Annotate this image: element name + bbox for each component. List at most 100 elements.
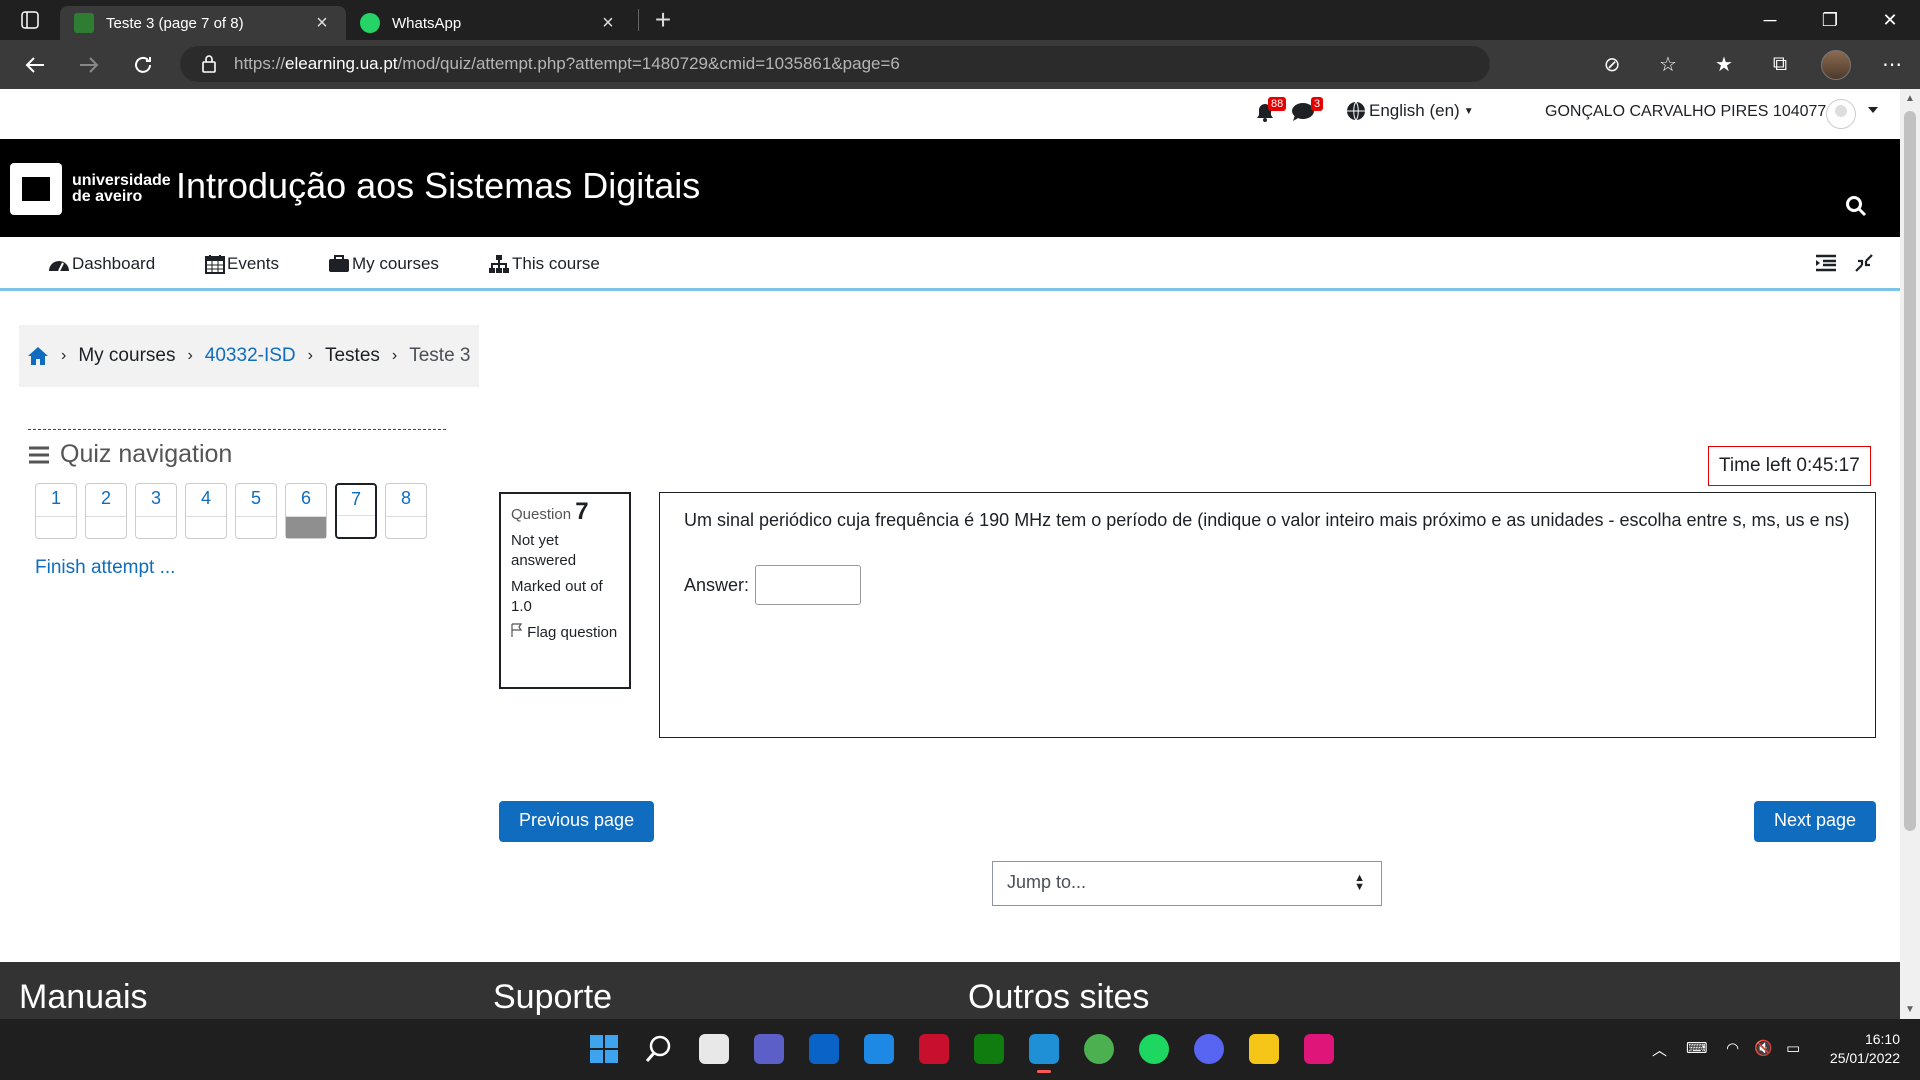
tray-overflow-icon[interactable]: ︿ xyxy=(1652,1039,1667,1060)
quiz-nav-question-8[interactable]: 8 xyxy=(385,483,427,539)
breadcrumb-course[interactable]: 40332-ISD xyxy=(205,345,296,367)
chevron-down-icon: ▼ xyxy=(1463,105,1474,117)
jump-to-select[interactable]: Jump to... ▲ ▼ xyxy=(992,861,1382,906)
nav-events-label: Events xyxy=(227,254,279,273)
question-number: Question 7 xyxy=(511,498,589,525)
nav-dashboard[interactable]: Dashboard xyxy=(48,254,155,274)
tab-actions-icon[interactable] xyxy=(0,0,60,40)
profile-avatar[interactable] xyxy=(1808,49,1864,80)
favorites-icon[interactable]: ★ xyxy=(1696,52,1752,77)
wifi-icon[interactable]: ◠ xyxy=(1726,1039,1739,1057)
breadcrumb-separator-icon: › xyxy=(187,347,193,364)
game-app-icon[interactable] xyxy=(1084,1034,1114,1064)
settings-menu-icon[interactable]: ⋯ xyxy=(1864,52,1920,77)
spotify-icon[interactable] xyxy=(1139,1034,1169,1064)
calendar-icon xyxy=(205,255,225,274)
keyboard-icon[interactable]: ⌨ xyxy=(1686,1039,1708,1057)
mail-icon[interactable] xyxy=(809,1034,839,1064)
quiz-nav-question-4[interactable]: 4 xyxy=(185,483,227,539)
course-title[interactable]: Introdução aos Sistemas Digitais xyxy=(176,165,700,207)
list-indent-icon[interactable] xyxy=(1814,253,1838,273)
messages-button[interactable]: 3 xyxy=(1291,97,1324,123)
edge-icon[interactable] xyxy=(1029,1034,1059,1073)
hamburger-icon[interactable] xyxy=(28,446,50,464)
answer-label: Answer: xyxy=(684,575,750,595)
nav-this-course[interactable]: This course xyxy=(488,254,600,274)
answer-input[interactable] xyxy=(755,565,862,605)
discord-icon[interactable] xyxy=(1194,1034,1224,1064)
new-tab-button[interactable]: + xyxy=(645,3,681,37)
question-info: Question 7 Not yet answered Marked out o… xyxy=(499,492,631,689)
breadcrumb-my-courses[interactable]: My courses xyxy=(78,345,175,367)
select-arrows-icon: ▲ ▼ xyxy=(1354,872,1365,893)
tracking-prevention-icon[interactable]: ⊘ xyxy=(1584,52,1640,77)
user-avatar[interactable] xyxy=(1826,99,1856,129)
quiz-nav-question-3[interactable]: 3 xyxy=(135,483,177,539)
search-icon[interactable] xyxy=(1845,195,1867,217)
question-content: Um sinal periódico cuja frequência é 190… xyxy=(659,492,1876,738)
collections-icon[interactable]: ⧉ xyxy=(1752,53,1808,76)
quiz-nav-question-6[interactable]: 6 xyxy=(285,483,327,539)
home-icon[interactable] xyxy=(27,346,49,366)
add-favorite-icon[interactable]: ☆ xyxy=(1640,52,1696,77)
system-clock[interactable]: 16:10 25/01/2022 xyxy=(1830,1030,1900,1068)
close-tab-icon[interactable]: × xyxy=(312,12,332,35)
scrollbar-thumb[interactable] xyxy=(1904,111,1916,831)
logo-mark-icon xyxy=(10,163,62,215)
quiz-nav-question-5[interactable]: 5 xyxy=(235,483,277,539)
notifications-button[interactable]: 88 xyxy=(1254,97,1287,123)
page-scrollbar[interactable]: ▲ ▼ xyxy=(1900,89,1920,1019)
url-field[interactable]: https://elearning.ua.pt/mod/quiz/attempt… xyxy=(180,46,1490,82)
breadcrumb-section[interactable]: Testes xyxy=(325,345,380,367)
tab-whatsapp[interactable]: WhatsApp × xyxy=(346,6,632,40)
app-pink-icon[interactable] xyxy=(1304,1034,1334,1064)
minimize-button[interactable]: ─ xyxy=(1740,0,1800,40)
address-bar: https://elearning.ua.pt/mod/quiz/attempt… xyxy=(0,40,1920,89)
app-l-icon[interactable] xyxy=(864,1034,894,1064)
teams-chat-icon[interactable] xyxy=(754,1034,784,1064)
windows-taskbar: ︿ ⌨ ◠ 🔇 ▭ 16:10 25/01/2022 xyxy=(0,1019,1920,1080)
quiz-nav-question-2[interactable]: 2 xyxy=(85,483,127,539)
nav-my-courses-label: My courses xyxy=(352,254,439,273)
next-page-button[interactable]: Next page xyxy=(1754,801,1877,842)
battery-icon[interactable]: ▭ xyxy=(1786,1039,1800,1057)
restore-button[interactable]: ❐ xyxy=(1800,0,1860,40)
jump-to-label: Jump to... xyxy=(1007,872,1087,892)
tab-title: WhatsApp xyxy=(392,14,462,32)
quiz-nav-question-1[interactable]: 1 xyxy=(35,483,77,539)
search-icon[interactable] xyxy=(644,1034,674,1064)
nav-events[interactable]: Events xyxy=(205,254,279,274)
back-button[interactable] xyxy=(8,40,62,89)
tab-quiz[interactable]: Teste 3 (page 7 of 8) × xyxy=(60,6,346,40)
scroll-down-icon[interactable]: ▼ xyxy=(1900,1004,1920,1015)
user-bar: 88 3 English (en) ▼ GONÇALO CARVALHO PIR… xyxy=(0,89,1900,139)
close-tab-icon[interactable]: × xyxy=(598,12,618,35)
previous-page-button[interactable]: Previous page xyxy=(499,801,655,842)
task-view-icon[interactable] xyxy=(699,1034,729,1064)
flag-question[interactable]: Flag question xyxy=(511,623,619,643)
compress-icon[interactable] xyxy=(1854,253,1874,273)
language-menu[interactable]: English (en) ▼ xyxy=(1346,101,1474,121)
notification-count-badge: 88 xyxy=(1268,97,1287,111)
refresh-button[interactable] xyxy=(116,40,170,89)
close-window-button[interactable]: ✕ xyxy=(1860,0,1920,40)
whatsapp-favicon-icon xyxy=(360,13,380,33)
xbox-icon[interactable] xyxy=(974,1034,1004,1064)
logo-text-line2: de aveiro xyxy=(72,188,143,205)
nav-dashboard-label: Dashboard xyxy=(72,254,156,273)
lock-icon xyxy=(202,55,216,73)
scroll-up-icon[interactable]: ▲ xyxy=(1900,93,1920,104)
user-menu-caret-icon[interactable] xyxy=(1868,107,1878,113)
mcafee-icon[interactable] xyxy=(919,1034,949,1064)
browser-tab-bar: Teste 3 (page 7 of 8) × WhatsApp × + ─ ❐… xyxy=(0,0,1920,40)
forward-button[interactable] xyxy=(62,40,116,89)
start-icon[interactable] xyxy=(589,1034,619,1064)
university-logo[interactable]: universidade de aveiro xyxy=(10,163,171,215)
quiz-nav-question-7[interactable]: 7 xyxy=(335,483,377,539)
finish-attempt-link[interactable]: Finish attempt ... xyxy=(35,557,446,579)
file-explorer-icon[interactable] xyxy=(1249,1034,1279,1064)
user-name[interactable]: GONÇALO CARVALHO PIRES 104077 xyxy=(1545,103,1826,121)
nav-my-courses[interactable]: My courses xyxy=(328,254,439,274)
quiz-navigation-title: Quiz navigation xyxy=(60,440,233,468)
volume-muted-icon[interactable]: 🔇 xyxy=(1754,1039,1773,1057)
